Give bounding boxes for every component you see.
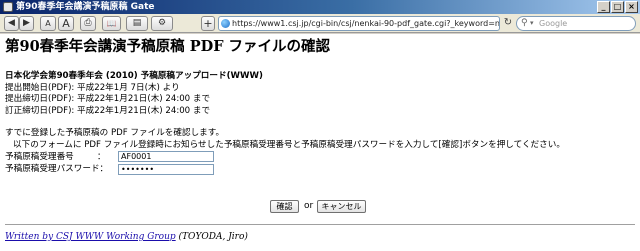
section-heading: 日本化学会第90春季年会 (2010) 予稿原稿アップロード(WWW) [5, 71, 263, 81]
window-controls: _ □ × [597, 1, 638, 13]
window-titlebar[interactable]: 第90春季年会講演予稿原稿 Gate _ □ × [0, 0, 640, 14]
close-button[interactable]: × [625, 1, 638, 13]
minimize-button[interactable]: _ [597, 1, 610, 13]
window-title: 第90春季年会講演予稿原稿 Gate [16, 2, 155, 12]
font-larger-button[interactable]: A [58, 16, 74, 31]
submission-start-date: 提出開始日(PDF): 平成22年1月 7日(木) より [5, 82, 180, 93]
globe-icon [221, 19, 230, 28]
footer-author: (TOYODA, Jiro) [178, 232, 248, 242]
page-title: 第90春季年会講演予稿原稿 PDF ファイルの確認 [5, 38, 331, 55]
receipt-password-label: 予稿原稿受理パスワード： [5, 164, 109, 174]
search-placeholder: Google [539, 19, 568, 28]
page-content: 第90春季年会講演予稿原稿 PDF ファイルの確認 日本化学会第90春季年会 (… [0, 34, 640, 251]
reload-icon[interactable]: ↻ [502, 16, 514, 31]
receipt-number-label: 予稿原稿受理番号 [5, 152, 74, 162]
search-input[interactable]: ⚲ ▾ Google [516, 16, 636, 31]
receipt-number-colon: ： [97, 152, 106, 162]
back-button[interactable]: ◀ [4, 16, 19, 31]
instruction-detail: 以下のフォームに PDF ファイル登録時にお知らせした予稿原稿受理番号と予稿原稿… [13, 139, 565, 150]
app-icon [3, 2, 13, 12]
instruction-text: すでに登録した予稿原稿の PDF ファイルを確認します。 [5, 128, 225, 138]
or-text: or [304, 201, 314, 211]
address-bar-url: https://www1.csj.jp/cgi-bin/csj/nenkai-9… [232, 19, 500, 28]
address-bar[interactable]: https://www1.csj.jp/cgi-bin/csj/nenkai-9… [218, 16, 500, 31]
maximize-button[interactable]: □ [611, 1, 624, 13]
settings-button[interactable]: ⚙ [151, 16, 173, 31]
page-menu-button[interactable]: ▤ [126, 16, 148, 31]
form-buttons: 確認 or キャンセル [0, 200, 640, 214]
confirm-button[interactable]: 確認 [270, 200, 299, 213]
receipt-password-input[interactable] [118, 164, 214, 175]
add-bookmark-button[interactable]: + [201, 16, 215, 31]
bookmarks-button[interactable]: 📖 [102, 16, 121, 31]
footer-link[interactable]: Written by CSJ WWW Working Group [5, 232, 176, 242]
receipt-number-input[interactable] [118, 151, 214, 162]
correction-deadline: 訂正締切日(PDF): 平成22年1月21日(木) 24:00 まで [5, 105, 211, 116]
divider [5, 224, 635, 225]
search-icon: ⚲ [521, 18, 528, 28]
footer: Written by CSJ WWW Working Group (TOYODA… [5, 232, 248, 242]
chevron-down-icon: ▾ [530, 19, 534, 27]
font-smaller-button[interactable]: A [40, 16, 56, 31]
forward-button[interactable]: ▶ [19, 16, 34, 31]
receipt-password-row: 予稿原稿受理パスワード： [5, 163, 635, 175]
browser-toolbar: ◀ ▶ A A ⎙ 📖 ▤ ⚙ + https://www1.csj.jp/cg… [0, 14, 640, 33]
receipt-number-row: 予稿原稿受理番号 ： [5, 151, 635, 163]
submission-deadline: 提出締切日(PDF): 平成22年1月21日(木) 24:00 まで [5, 94, 211, 104]
cancel-button[interactable]: キャンセル [317, 200, 366, 213]
print-button[interactable]: ⎙ [80, 16, 96, 31]
